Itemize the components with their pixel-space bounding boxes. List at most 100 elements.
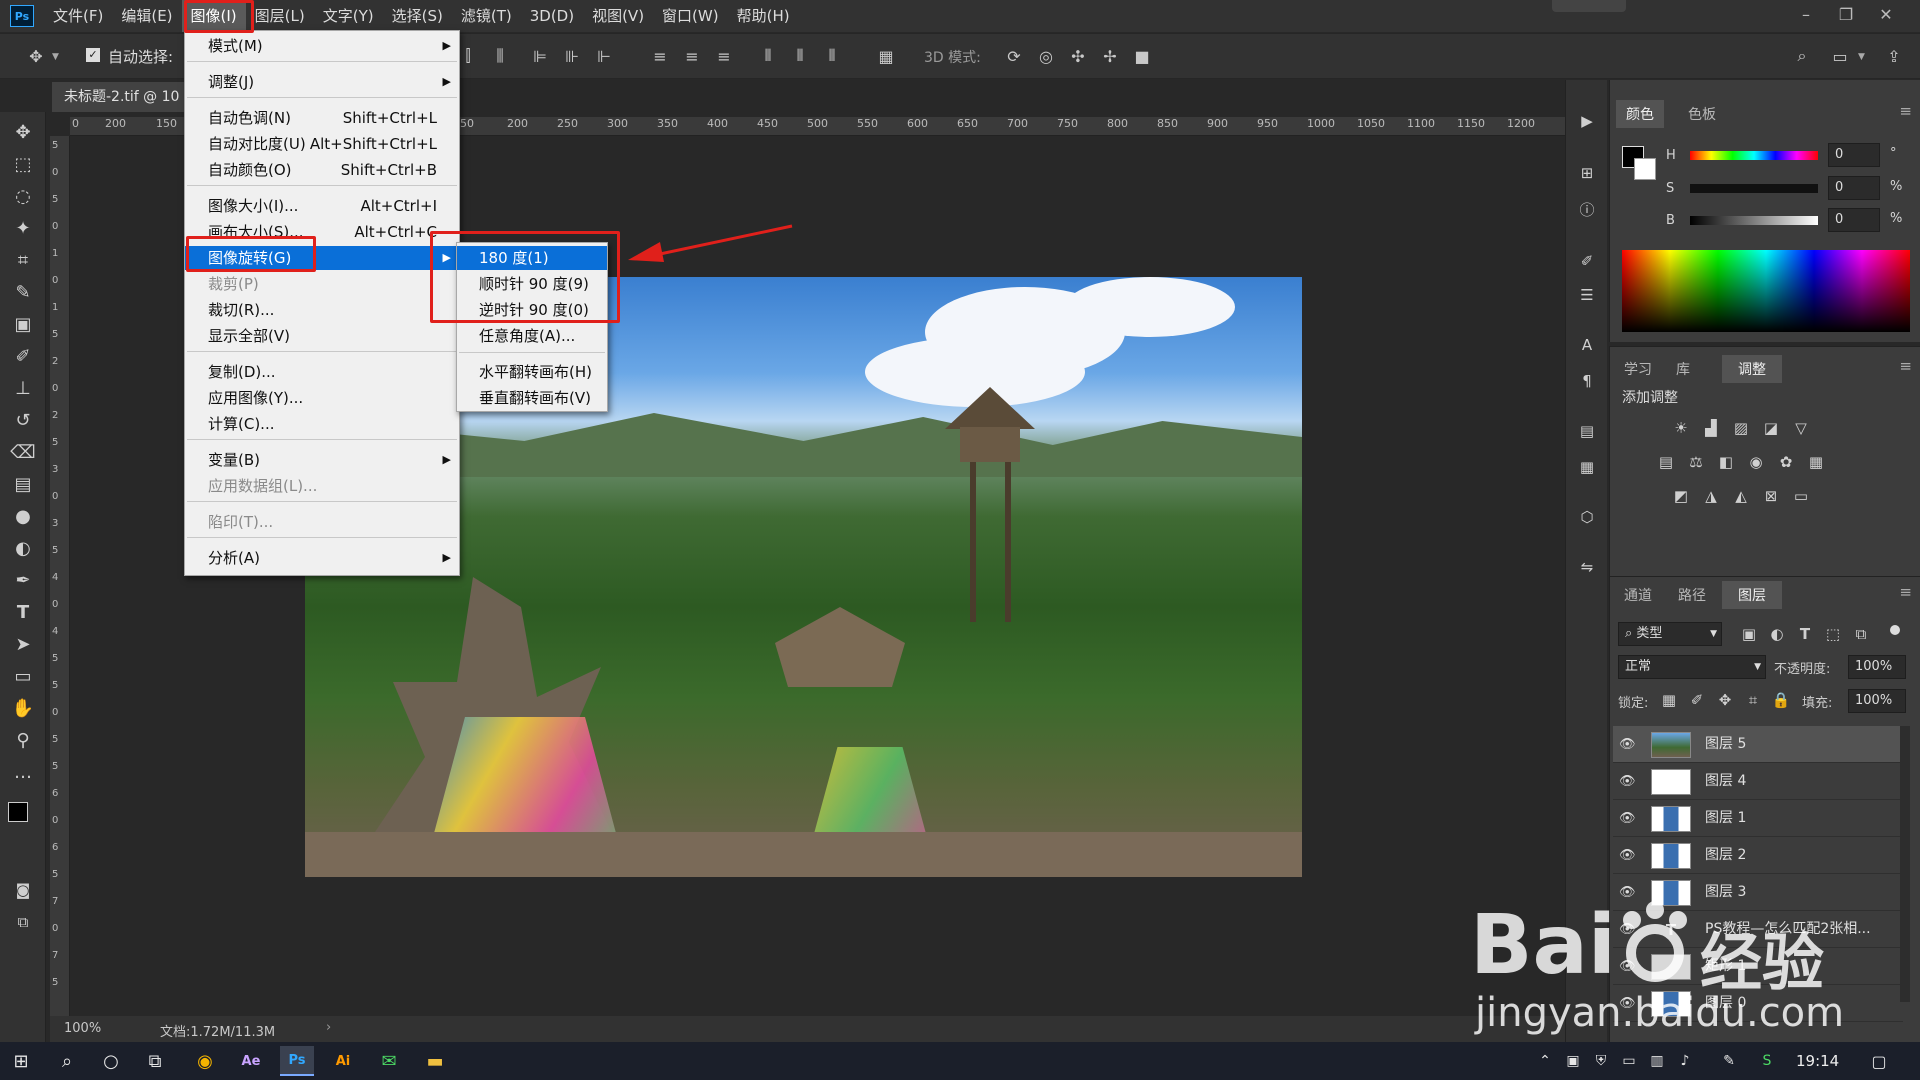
lock-image-icon[interactable]: ✐ bbox=[1686, 689, 1708, 711]
hue-saturation-icon[interactable]: ▤ bbox=[1655, 451, 1677, 473]
color-lookup-icon[interactable]: ▦ bbox=[1805, 451, 1827, 473]
brightness-input[interactable]: 0 bbox=[1828, 208, 1880, 232]
zoom-level[interactable]: 100% bbox=[64, 1021, 101, 1036]
hue-input[interactable]: 0 bbox=[1828, 143, 1880, 167]
paragraph-icon[interactable]: ¶ bbox=[1576, 370, 1598, 392]
lock-transparent-icon[interactable]: ▦ bbox=[1658, 689, 1680, 711]
tab-adjustments[interactable]: 调整 bbox=[1722, 355, 1782, 383]
rectangle-tool-icon[interactable]: ▭ bbox=[8, 662, 38, 690]
document-tab[interactable]: 未标题-2.tif @ 10 bbox=[52, 82, 192, 112]
properties-icon[interactable]: ☰ bbox=[1576, 284, 1598, 306]
menu-edit[interactable]: 编辑(E) bbox=[112, 0, 181, 32]
taskbar-clock[interactable]: 19:14 bbox=[1796, 1052, 1839, 1070]
filter-type-icon[interactable]: T bbox=[1794, 623, 1816, 645]
search-icon[interactable]: ⌕ bbox=[1790, 44, 1814, 68]
pen-tool-icon[interactable]: ✒ bbox=[8, 566, 38, 594]
layer-row[interactable]: 👁 图层 2 bbox=[1613, 837, 1903, 874]
menu-filter[interactable]: 滤镜(T) bbox=[452, 0, 521, 32]
move-tool-icon[interactable]: ✥ bbox=[8, 118, 38, 146]
levels-icon[interactable]: ▟ bbox=[1700, 417, 1722, 439]
tab-paths[interactable]: 路径 bbox=[1668, 581, 1716, 609]
task-view-icon[interactable]: ⧉ bbox=[138, 1046, 172, 1076]
menu-item[interactable]: 自动对比度(U) Alt+Shift+Ctrl+L bbox=[185, 132, 459, 156]
marquee-tool-icon[interactable]: ⬚ bbox=[8, 150, 38, 178]
blur-tool-icon[interactable]: ● bbox=[8, 502, 38, 530]
quick-mask-icon[interactable]: ◙ bbox=[8, 876, 38, 904]
distribute-left-icon[interactable]: ⦀ bbox=[756, 44, 780, 68]
rotation-option[interactable]: 水平翻转画布(H) bbox=[457, 360, 607, 384]
tab-libraries[interactable]: 库 bbox=[1668, 355, 1698, 383]
menu-help[interactable]: 帮助(H) bbox=[728, 0, 799, 32]
file-explorer-icon[interactable]: ▬ bbox=[418, 1046, 452, 1076]
eyedropper-tool-icon[interactable]: ✎ bbox=[8, 278, 38, 306]
lock-artboard-icon[interactable]: ⌗ bbox=[1742, 689, 1764, 711]
illustrator-icon[interactable]: Ai bbox=[326, 1046, 360, 1076]
brush-settings-icon[interactable]: ✐ bbox=[1576, 250, 1598, 272]
opacity-input[interactable]: 100% bbox=[1848, 655, 1906, 679]
layer-visibility-eye-icon[interactable]: 👁 bbox=[1619, 763, 1636, 800]
healing-brush-tool-icon[interactable]: ▣ bbox=[8, 310, 38, 338]
chevron-down-icon[interactable]: ▼ bbox=[52, 52, 59, 62]
eraser-tool-icon[interactable]: ⌫ bbox=[8, 438, 38, 466]
menu-item[interactable]: 复制(D)... bbox=[185, 360, 459, 384]
distribute-bottom-icon[interactable]: ≡ bbox=[712, 44, 736, 68]
notification-icon[interactable]: ▢ bbox=[1862, 1046, 1896, 1076]
layer-row[interactable]: 👁 图层 4 bbox=[1613, 763, 1903, 800]
align-right-icon[interactable]: ⊩ bbox=[592, 44, 616, 68]
layer-visibility-eye-icon[interactable]: 👁 bbox=[1619, 726, 1636, 763]
3d-slide-icon[interactable]: ✢ bbox=[1098, 44, 1122, 68]
posterize-icon[interactable]: ◮ bbox=[1700, 485, 1722, 507]
play-icon[interactable]: ▶ bbox=[1576, 110, 1598, 132]
foreground-color-swatch[interactable] bbox=[8, 802, 28, 822]
brightness-slider[interactable] bbox=[1690, 216, 1818, 225]
align-left-icon[interactable]: ⊫ bbox=[528, 44, 552, 68]
crop-tool-icon[interactable]: ⌗ bbox=[8, 246, 38, 274]
windows-start-icon[interactable]: ⊞ bbox=[4, 1046, 38, 1076]
panel-menu-icon[interactable]: ≡ bbox=[1899, 102, 1912, 120]
tab-channels[interactable]: 通道 bbox=[1616, 581, 1660, 609]
layer-row[interactable]: 👁 图层 5 bbox=[1613, 726, 1903, 763]
layer-row[interactable]: 👁 图层 1 bbox=[1613, 800, 1903, 837]
info-icon[interactable]: ⓘ bbox=[1576, 198, 1598, 220]
3d-orbit-icon[interactable]: ⟳ bbox=[1002, 44, 1026, 68]
layer-filter-select[interactable]: ⌕ 类型 ▼ bbox=[1618, 622, 1722, 646]
panel-menu-icon[interactable]: ≡ bbox=[1899, 357, 1912, 375]
menu-item[interactable]: 应用图像(Y)... bbox=[185, 386, 459, 410]
saturation-slider[interactable] bbox=[1690, 184, 1818, 193]
menu-select[interactable]: 选择(S) bbox=[383, 0, 452, 32]
filter-pixel-icon[interactable]: ▣ bbox=[1738, 623, 1760, 645]
tab-color[interactable]: 颜色 bbox=[1616, 100, 1664, 128]
brush-tool-icon[interactable]: ✐ bbox=[8, 342, 38, 370]
chevron-right-icon[interactable]: › bbox=[326, 1020, 331, 1035]
photo-filter-icon[interactable]: ◉ bbox=[1745, 451, 1767, 473]
curves-icon[interactable]: ▨ bbox=[1730, 417, 1752, 439]
selective-color-icon[interactable]: ⊠ bbox=[1760, 485, 1782, 507]
type-tool-icon[interactable]: T bbox=[8, 598, 38, 626]
3d-pan-icon[interactable]: ✣ bbox=[1066, 44, 1090, 68]
fill-input[interactable]: 100% bbox=[1848, 689, 1906, 713]
tab-layers[interactable]: 图层 bbox=[1722, 581, 1782, 609]
hue-slider[interactable] bbox=[1690, 151, 1818, 160]
character-icon[interactable]: A bbox=[1576, 334, 1598, 356]
threshold-icon[interactable]: ◭ bbox=[1730, 485, 1752, 507]
path-selection-tool-icon[interactable]: ➤ bbox=[8, 630, 38, 658]
tab-learn[interactable]: 学习 bbox=[1616, 355, 1660, 383]
menu-window[interactable]: 窗口(W) bbox=[653, 0, 728, 32]
history-icon[interactable]: ⊞ bbox=[1576, 162, 1598, 184]
align-icon[interactable]: ⫼ bbox=[488, 44, 512, 68]
filter-smart-object-icon[interactable]: ⧉ bbox=[1850, 623, 1872, 645]
menu-layer[interactable]: 图层(L) bbox=[246, 0, 314, 32]
magic-wand-tool-icon[interactable]: ✦ bbox=[8, 214, 38, 242]
gradient-tool-icon[interactable]: ▤ bbox=[8, 470, 38, 498]
tray-volume-icon[interactable]: ♪ bbox=[1668, 1046, 1702, 1076]
share-icon[interactable]: ⇪ bbox=[1882, 44, 1906, 68]
tray-pen-icon[interactable]: ✎ bbox=[1712, 1046, 1746, 1076]
tab-swatches[interactable]: 色板 bbox=[1678, 100, 1726, 128]
lasso-tool-icon[interactable]: ◌ bbox=[8, 182, 38, 210]
minimize-icon[interactable]: – bbox=[1786, 0, 1826, 28]
menu-file[interactable]: 文件(F) bbox=[44, 0, 112, 32]
photoshop-taskbar-icon[interactable]: Ps bbox=[280, 1046, 314, 1076]
color-spectrum[interactable] bbox=[1622, 250, 1910, 332]
filter-shape-icon[interactable]: ⬚ bbox=[1822, 623, 1844, 645]
gradient-map-icon[interactable]: ▭ bbox=[1790, 485, 1812, 507]
